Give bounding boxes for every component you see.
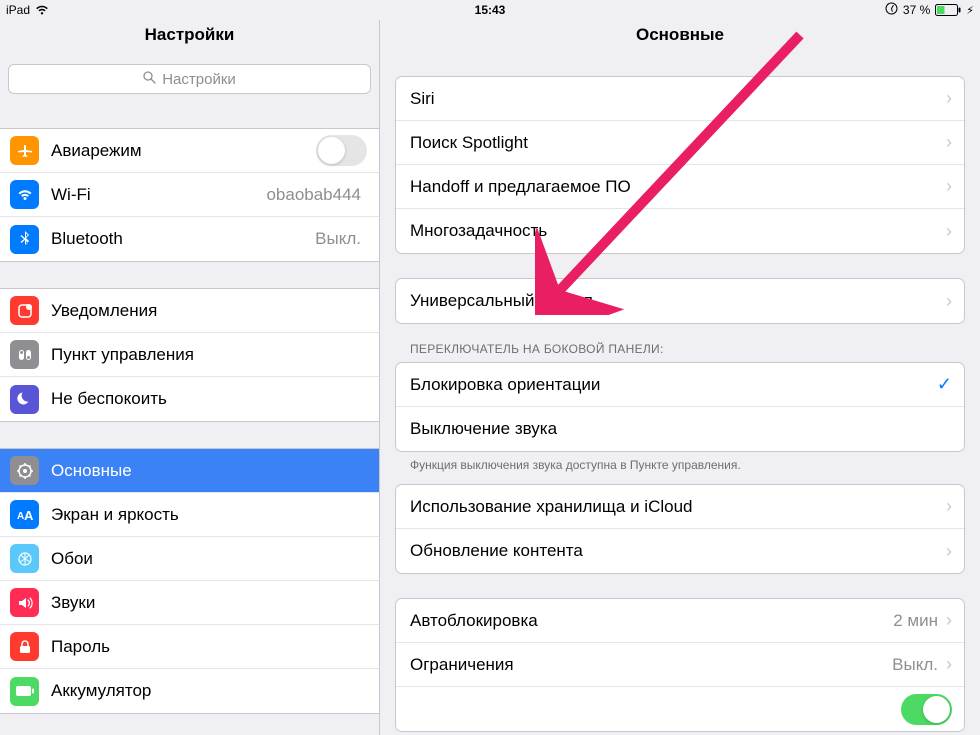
airplane-icon	[10, 136, 39, 165]
chevron-right-icon: ›	[946, 541, 952, 562]
check-icon: ✓	[937, 374, 952, 395]
chevron-right-icon: ›	[946, 610, 952, 631]
sidebar-item-label: Экран и яркость	[51, 505, 367, 525]
sidebar-item-label: Авиарежим	[51, 141, 316, 161]
bluetooth-icon	[10, 225, 39, 254]
display-icon: AA	[10, 500, 39, 529]
search-placeholder: Настройки	[162, 71, 236, 88]
search-input[interactable]: Настройки	[8, 64, 371, 94]
row-multitask[interactable]: Многозадачность ›	[396, 209, 964, 253]
row-autolock[interactable]: Автоблокировка 2 мин ›	[396, 599, 964, 643]
general-icon	[10, 456, 39, 485]
row-label: Блокировка ориентации	[410, 375, 937, 395]
row-value: 2 мин	[893, 611, 938, 631]
sidebar-item-label: Не беспокоить	[51, 389, 367, 409]
sidebar-item-wallpaper[interactable]: Обои	[0, 537, 379, 581]
battery-icon	[935, 4, 961, 16]
toggle-partial[interactable]	[901, 694, 952, 725]
row-partial[interactable]	[396, 687, 964, 731]
battery-settings-icon	[10, 677, 39, 706]
row-label: Ограничения	[410, 655, 892, 675]
notifications-icon	[10, 296, 39, 325]
sidebar-item-label: Основные	[51, 461, 367, 481]
row-siri[interactable]: Siri ›	[396, 77, 964, 121]
content-title: Основные	[380, 20, 980, 64]
battery-percent: 37 %	[903, 3, 930, 17]
chevron-right-icon: ›	[946, 221, 952, 242]
search-icon	[143, 71, 156, 87]
sidebar-item-passcode[interactable]: Пароль	[0, 625, 379, 669]
sidebar-item-label: Bluetooth	[51, 229, 315, 249]
chevron-right-icon: ›	[946, 654, 952, 675]
rotation-lock-icon	[885, 2, 898, 18]
row-handoff[interactable]: Handoff и предлагаемое ПО ›	[396, 165, 964, 209]
row-label: Siri	[410, 89, 946, 109]
row-label: Многозадачность	[410, 221, 946, 241]
statusbar-time: 15:43	[475, 3, 506, 17]
row-background-refresh[interactable]: Обновление контента ›	[396, 529, 964, 573]
bluetooth-value: Выкл.	[315, 229, 361, 249]
chevron-right-icon: ›	[946, 132, 952, 153]
sidebar-item-controlcenter[interactable]: Пункт управления	[0, 333, 379, 377]
charging-icon: ⚡︎	[966, 4, 974, 17]
row-label: Поиск Spotlight	[410, 133, 946, 153]
sidebar-item-label: Wi-Fi	[51, 185, 266, 205]
row-mute[interactable]: Выключение звука	[396, 407, 964, 451]
sidebar-item-label: Пароль	[51, 637, 367, 657]
content-pane: Основные Siri › Поиск Spotlight › Handof…	[380, 20, 980, 735]
device-label: iPad	[6, 3, 30, 17]
row-restrictions[interactable]: Ограничения Выкл. ›	[396, 643, 964, 687]
settings-sidebar: Настройки Настройки Авиарежим	[0, 20, 380, 735]
chevron-right-icon: ›	[946, 176, 952, 197]
dnd-icon	[10, 385, 39, 414]
row-label: Выключение звука	[410, 419, 952, 439]
section-header-sideswitch: ПЕРЕКЛЮЧАТЕЛЬ НА БОКОВОЙ ПАНЕЛИ:	[380, 324, 980, 362]
row-label: Использование хранилища и iCloud	[410, 497, 946, 517]
sidebar-title: Настройки	[0, 20, 379, 64]
sidebar-item-bluetooth[interactable]: Bluetooth Выкл.	[0, 217, 379, 261]
row-accessibility[interactable]: Универсальный доступ ›	[396, 279, 964, 323]
chevron-right-icon: ›	[946, 496, 952, 517]
sidebar-item-label: Аккумулятор	[51, 681, 367, 701]
row-value: Выкл.	[892, 655, 938, 675]
row-label: Автоблокировка	[410, 611, 893, 631]
sounds-icon	[10, 588, 39, 617]
wifi-settings-icon	[10, 180, 39, 209]
svg-text:A: A	[24, 508, 34, 522]
sidebar-item-battery[interactable]: Аккумулятор	[0, 669, 379, 713]
row-label: Handoff и предлагаемое ПО	[410, 177, 946, 197]
chevron-right-icon: ›	[946, 88, 952, 109]
airplane-toggle[interactable]	[316, 135, 367, 166]
chevron-right-icon: ›	[946, 291, 952, 312]
section-footer-sideswitch: Функция выключения звука доступна в Пунк…	[380, 452, 980, 484]
sidebar-item-label: Уведомления	[51, 301, 367, 321]
row-lock-rotation[interactable]: Блокировка ориентации ✓	[396, 363, 964, 407]
sidebar-item-dnd[interactable]: Не беспокоить	[0, 377, 379, 421]
sidebar-item-general[interactable]: Основные	[0, 449, 379, 493]
row-label: Обновление контента	[410, 541, 946, 561]
sidebar-item-sounds[interactable]: Звуки	[0, 581, 379, 625]
sidebar-item-notifications[interactable]: Уведомления	[0, 289, 379, 333]
sidebar-item-label: Звуки	[51, 593, 367, 613]
sidebar-item-label: Пункт управления	[51, 345, 367, 365]
wifi-icon	[35, 5, 49, 15]
sidebar-item-airplane[interactable]: Авиарежим	[0, 129, 379, 173]
sidebar-item-display[interactable]: AA Экран и яркость	[0, 493, 379, 537]
sidebar-item-wifi[interactable]: Wi-Fi obaobab444	[0, 173, 379, 217]
wallpaper-icon	[10, 544, 39, 573]
wifi-value: obaobab444	[266, 185, 361, 205]
row-storage[interactable]: Использование хранилища и iCloud ›	[396, 485, 964, 529]
sidebar-item-label: Обои	[51, 549, 367, 569]
passcode-icon	[10, 632, 39, 661]
controlcenter-icon	[10, 340, 39, 369]
row-spotlight[interactable]: Поиск Spotlight ›	[396, 121, 964, 165]
status-bar: iPad 15:43 37 % ⚡︎	[0, 0, 980, 20]
row-label: Универсальный доступ	[410, 291, 946, 311]
